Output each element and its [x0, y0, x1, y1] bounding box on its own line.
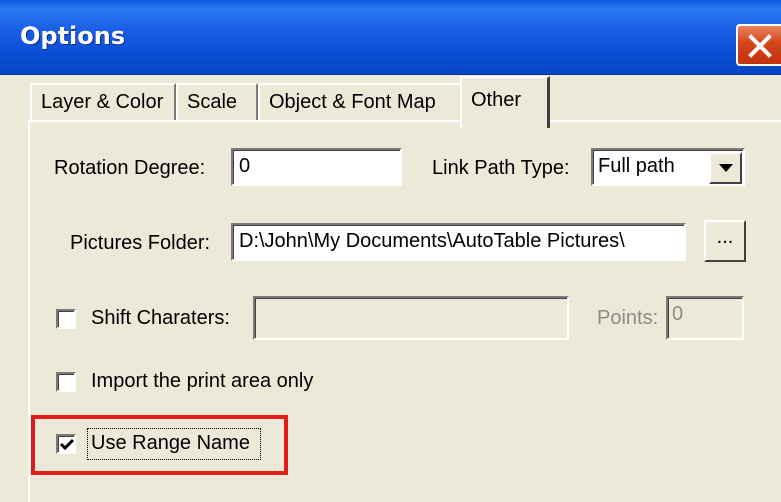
tab-scale[interactable]: Scale [176, 83, 258, 121]
title-bar: Options [0, 0, 781, 75]
tab-layer-color[interactable]: Layer & Color [30, 83, 176, 121]
tab-other[interactable]: Other [460, 76, 550, 128]
tab-panel-other [28, 120, 781, 502]
tab-object-font-map[interactable]: Object & Font Map [258, 83, 462, 121]
close-icon [748, 34, 772, 58]
close-button[interactable] [736, 24, 781, 66]
window-title: Options [20, 22, 126, 50]
